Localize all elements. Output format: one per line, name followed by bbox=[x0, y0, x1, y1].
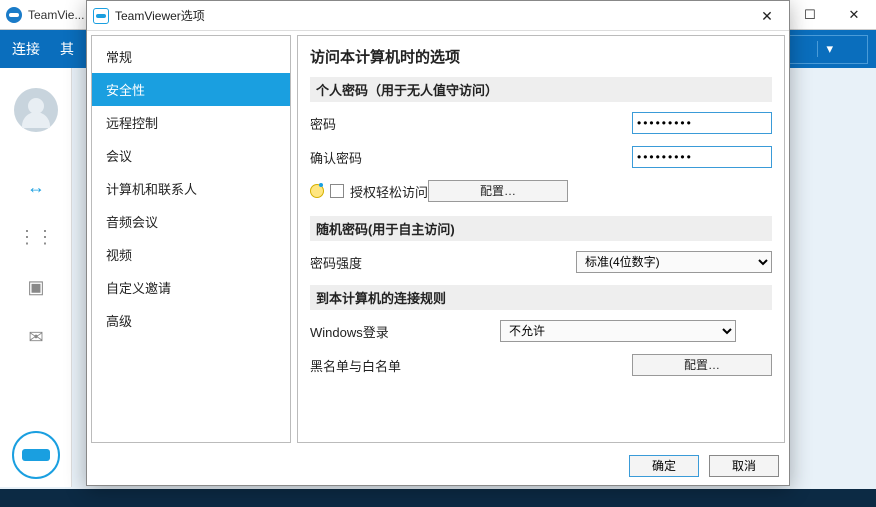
taskbar bbox=[0, 489, 876, 507]
bg-max-button[interactable]: ☐ bbox=[788, 0, 832, 30]
menu-other[interactable]: 其 bbox=[60, 39, 74, 59]
confirm-password-label: 确认密码 bbox=[310, 148, 480, 167]
confirm-password-input[interactable] bbox=[632, 146, 772, 168]
cancel-button[interactable]: 取消 bbox=[709, 455, 779, 477]
sidebar-meeting-icon[interactable]: ⋮⋮ bbox=[0, 212, 72, 262]
password-strength-select[interactable]: 标准(4位数字) bbox=[576, 251, 772, 273]
sidebar-remote-icon[interactable]: ↔ bbox=[0, 162, 72, 212]
nav-contacts[interactable]: 计算机和联系人 bbox=[92, 172, 290, 205]
group-random-password: 随机密码(用于自主访问) bbox=[310, 216, 772, 241]
teamviewer-logo-icon bbox=[6, 7, 22, 23]
options-panel: 访问本计算机时的选项 个人密码（用于无人值守访问） 密码 确认密码 授权轻松访问… bbox=[297, 35, 785, 443]
blacklist-configure-button[interactable]: 配置… bbox=[632, 354, 772, 376]
sidebar-chat-icon[interactable]: ✉ bbox=[0, 312, 72, 362]
group-connection-rules: 到本计算机的连接规则 bbox=[310, 285, 772, 310]
nav-remote-control[interactable]: 远程控制 bbox=[92, 106, 290, 139]
easy-access-configure-button[interactable]: 配置… bbox=[428, 180, 568, 202]
group-personal-password: 个人密码（用于无人值守访问） bbox=[310, 77, 772, 102]
password-strength-label: 密码强度 bbox=[310, 253, 480, 272]
nav-video[interactable]: 视频 bbox=[92, 238, 290, 271]
windows-login-label: Windows登录 bbox=[310, 322, 500, 341]
teamviewer-big-logo-icon bbox=[12, 431, 60, 479]
easy-access-checkbox[interactable] bbox=[330, 184, 344, 198]
easy-access-label: 授权轻松访问 bbox=[350, 182, 428, 201]
bg-close-button[interactable]: ✕ bbox=[832, 0, 876, 30]
bg-window-title: TeamVie... bbox=[28, 8, 84, 22]
ok-button[interactable]: 确定 bbox=[629, 455, 699, 477]
hint-lightbulb-icon bbox=[310, 184, 324, 198]
bg-sidebar: ↔ ⋮⋮ ▣ ✉ bbox=[0, 68, 72, 487]
nav-security[interactable]: 安全性 bbox=[92, 73, 290, 106]
windows-login-select[interactable]: 不允许 bbox=[500, 320, 736, 342]
sidebar-contacts-icon[interactable]: ▣ bbox=[0, 262, 72, 312]
nav-audio[interactable]: 音频会议 bbox=[92, 205, 290, 238]
options-dialog: TeamViewer选项 ✕ 常规 安全性 远程控制 会议 计算机和联系人 音频… bbox=[86, 0, 790, 486]
dialog-title: TeamViewer选项 bbox=[115, 7, 205, 24]
teamviewer-small-icon bbox=[93, 8, 109, 24]
avatar[interactable] bbox=[14, 88, 58, 132]
nav-general[interactable]: 常规 bbox=[92, 40, 290, 73]
nav-meeting[interactable]: 会议 bbox=[92, 139, 290, 172]
password-label: 密码 bbox=[310, 114, 480, 133]
nav-advanced[interactable]: 高级 bbox=[92, 304, 290, 337]
dialog-titlebar: TeamViewer选项 ✕ bbox=[87, 1, 789, 31]
menu-connect[interactable]: 连接 bbox=[12, 39, 40, 59]
nav-invite[interactable]: 自定义邀请 bbox=[92, 271, 290, 304]
blacklist-whitelist-label: 黑名单与白名单 bbox=[310, 356, 480, 375]
panel-heading: 访问本计算机时的选项 bbox=[310, 46, 772, 67]
dialog-close-button[interactable]: ✕ bbox=[745, 1, 789, 31]
password-input[interactable] bbox=[632, 112, 772, 134]
dialog-footer: 确定 取消 bbox=[87, 447, 789, 485]
chevron-down-icon: ▾ bbox=[817, 41, 833, 57]
options-nav: 常规 安全性 远程控制 会议 计算机和联系人 音频会议 视频 自定义邀请 高级 bbox=[91, 35, 291, 443]
